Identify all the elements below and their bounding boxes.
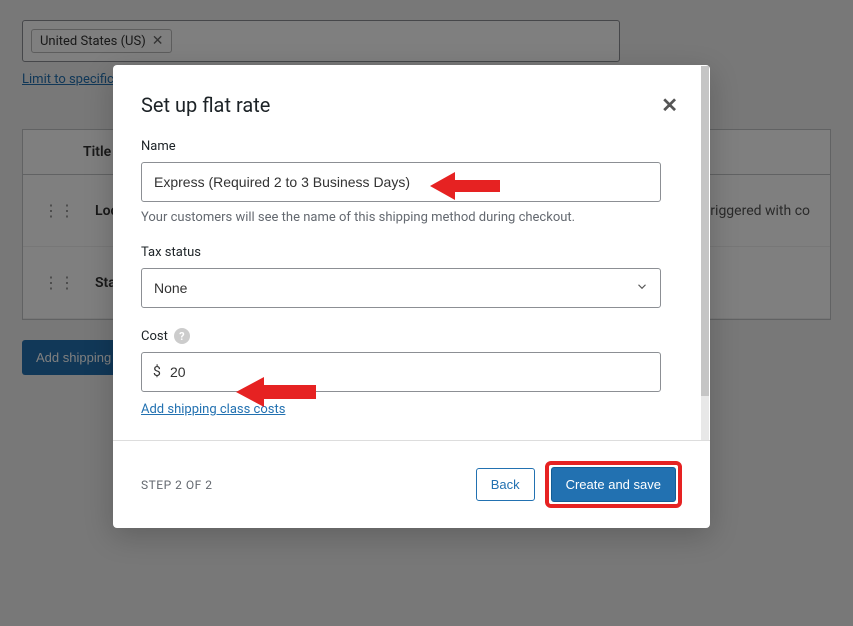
- flat-rate-modal: ✕ Set up flat rate Name Your customers w…: [113, 65, 710, 528]
- currency-prefix: $: [153, 364, 161, 380]
- cost-input[interactable]: [141, 352, 661, 392]
- save-button-highlight: Create and save: [545, 461, 682, 508]
- annotation-arrow-icon: [236, 374, 316, 410]
- tax-status-select[interactable]: None: [141, 268, 661, 308]
- close-icon[interactable]: ✕: [661, 93, 678, 117]
- scrollbar-thumb[interactable]: [701, 66, 709, 396]
- modal-title: Set up flat rate: [141, 93, 682, 117]
- name-label: Name: [141, 139, 682, 154]
- name-input[interactable]: [141, 162, 661, 202]
- annotation-arrow-icon: [430, 168, 500, 204]
- create-and-save-button[interactable]: Create and save: [551, 467, 676, 502]
- name-help-text: Your customers will see the name of this…: [141, 210, 682, 225]
- cost-label: Cost: [141, 329, 168, 344]
- step-indicator: STEP 2 OF 2: [141, 478, 212, 492]
- tax-status-label: Tax status: [141, 245, 682, 260]
- help-icon[interactable]: ?: [174, 328, 190, 344]
- scrollbar[interactable]: [701, 66, 709, 440]
- back-button[interactable]: Back: [476, 468, 535, 501]
